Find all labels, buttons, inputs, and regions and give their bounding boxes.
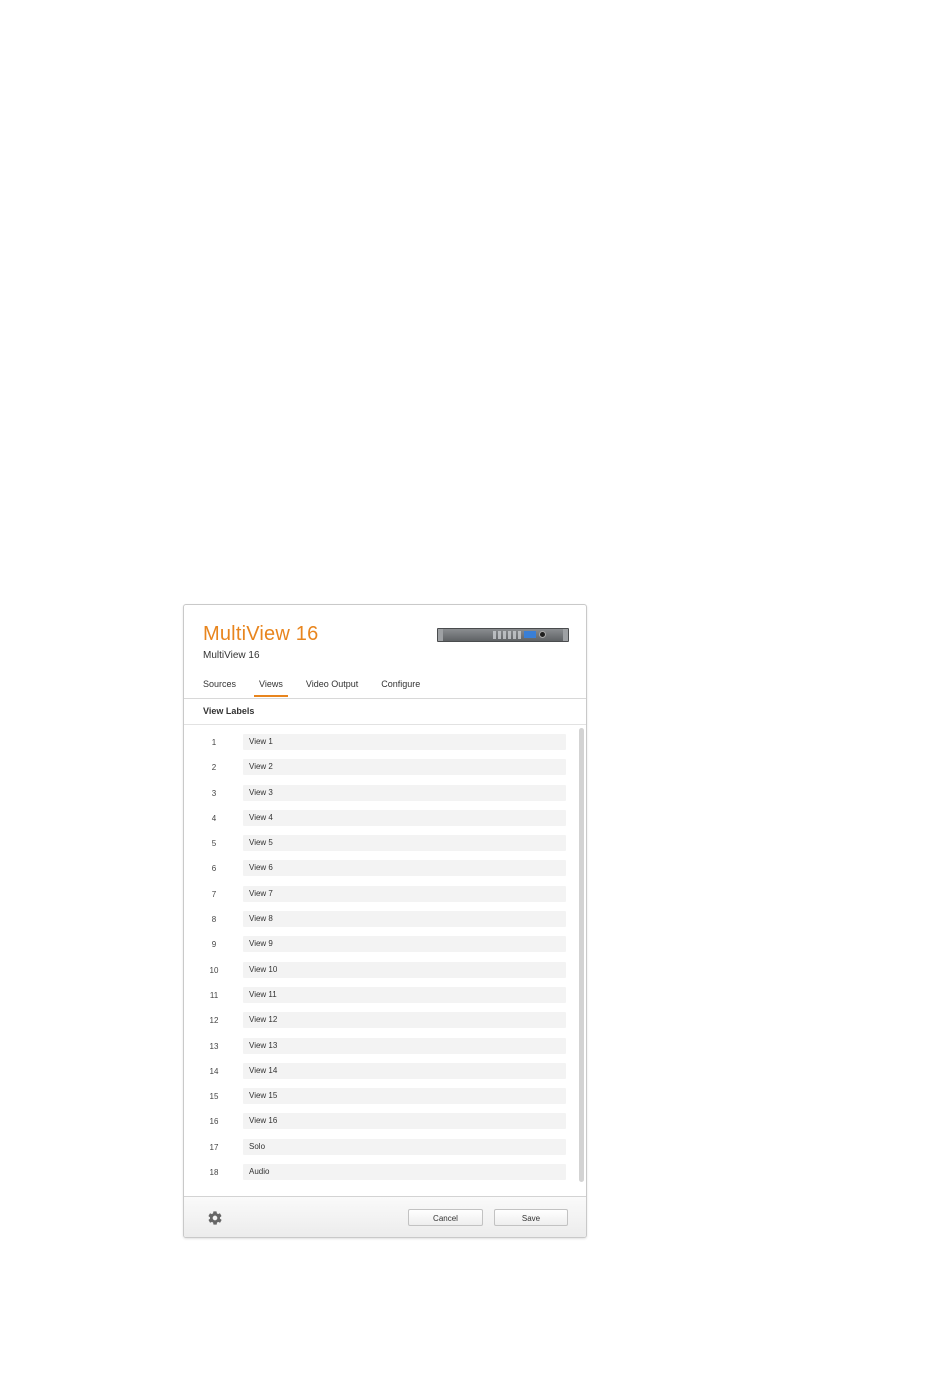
device-lcd <box>524 631 536 638</box>
device-buttons <box>493 631 521 639</box>
view-label-number: 12 <box>209 1016 219 1026</box>
view-label-input[interactable] <box>243 809 566 826</box>
view-label-row: 14 <box>184 1062 574 1088</box>
view-label-row: 7 <box>184 885 574 911</box>
section-title-view-labels: View Labels <box>184 699 586 725</box>
view-label-row: 15 <box>184 1088 574 1113</box>
view-label-input[interactable] <box>243 734 566 750</box>
view-label-number: 14 <box>209 1066 219 1076</box>
view-label-input[interactable] <box>243 911 566 928</box>
view-label-number: 4 <box>211 813 217 823</box>
device-knob <box>539 631 546 638</box>
view-label-number: 1 <box>211 738 217 747</box>
cancel-button[interactable]: Cancel <box>408 1209 483 1226</box>
device-name: MultiView 16 <box>203 650 260 661</box>
view-label-number: 10 <box>209 965 219 975</box>
save-button[interactable]: Save <box>494 1209 568 1226</box>
view-label-row: 17 <box>184 1138 574 1164</box>
view-label-number: 2 <box>211 763 217 773</box>
view-label-input[interactable] <box>243 1062 566 1079</box>
view-labels-scroll-area: 123456789101112131415161718 <box>184 725 586 1195</box>
view-label-input[interactable] <box>243 860 566 877</box>
view-label-input[interactable] <box>243 936 566 953</box>
rack-ear-left <box>438 629 443 641</box>
view-label-input[interactable] <box>243 1164 566 1181</box>
tab-sources[interactable]: Sources <box>203 677 236 696</box>
view-label-input[interactable] <box>243 961 566 978</box>
view-label-row: 10 <box>184 961 574 987</box>
window-footer: Cancel Save <box>184 1196 586 1237</box>
view-label-number: 16 <box>209 1117 219 1127</box>
view-label-input[interactable] <box>243 784 566 801</box>
view-label-row: 18 <box>184 1164 574 1189</box>
view-label-row: 3 <box>184 784 574 810</box>
view-label-input[interactable] <box>243 1012 566 1029</box>
view-label-row: 8 <box>184 911 574 936</box>
scrollbar[interactable] <box>579 728 584 1182</box>
view-label-number: 5 <box>211 839 217 849</box>
gear-icon[interactable] <box>207 1210 223 1226</box>
view-label-number: 7 <box>211 889 217 899</box>
tab-bar: Sources Views Video Output Configure <box>203 677 443 697</box>
view-label-input[interactable] <box>243 1138 566 1155</box>
view-label-row: 13 <box>184 1037 574 1063</box>
view-label-number: 6 <box>211 864 217 874</box>
view-label-number: 15 <box>209 1092 219 1102</box>
view-label-row: 16 <box>184 1113 574 1138</box>
view-label-input[interactable] <box>243 986 566 1003</box>
view-label-input[interactable] <box>243 835 566 852</box>
tab-views[interactable]: Views <box>254 677 288 697</box>
view-label-row: 6 <box>184 860 574 885</box>
view-label-row: 1 <box>184 734 574 759</box>
window-header: MultiView 16 MultiView 16 Sources Views … <box>184 605 586 699</box>
view-label-input[interactable] <box>243 885 566 902</box>
view-label-number: 13 <box>209 1041 219 1051</box>
view-label-row: 2 <box>184 759 574 784</box>
view-label-number: 17 <box>209 1142 219 1152</box>
tab-configure[interactable]: Configure <box>381 677 420 696</box>
view-label-number: 3 <box>211 788 217 798</box>
rack-ear-right <box>563 629 568 641</box>
view-label-number: 9 <box>211 940 217 950</box>
view-label-number: 8 <box>211 915 217 925</box>
page-title: MultiView 16 <box>203 623 319 645</box>
view-label-input[interactable] <box>243 1088 566 1105</box>
view-label-row: 9 <box>184 936 574 961</box>
view-labels-list: 123456789101112131415161718 <box>184 734 574 1189</box>
view-label-number: 11 <box>209 990 219 1000</box>
tab-video-output[interactable]: Video Output <box>306 677 358 696</box>
view-label-input[interactable] <box>243 1113 566 1130</box>
view-label-row: 4 <box>184 809 574 835</box>
settings-window: MultiView 16 MultiView 16 Sources Views … <box>183 604 587 1238</box>
view-label-input[interactable] <box>243 1037 566 1054</box>
view-label-row: 11 <box>184 986 574 1012</box>
view-label-row: 5 <box>184 835 574 860</box>
view-label-input[interactable] <box>243 759 566 776</box>
device-image <box>437 628 569 642</box>
view-label-number: 18 <box>209 1168 219 1178</box>
view-label-row: 12 <box>184 1012 574 1037</box>
